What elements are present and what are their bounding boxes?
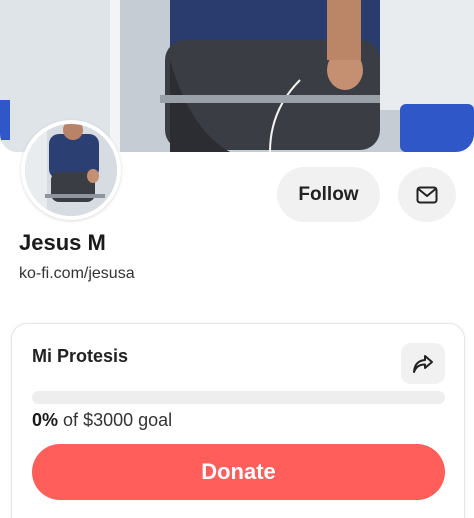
goal-title: Mi Protesis [32,346,129,366]
goal-progress-bar [32,391,445,404]
avatar[interactable] [21,120,121,220]
goal-percent: 0% [32,410,59,430]
profile-name: Jesus M [19,230,106,255]
share-icon [413,354,433,373]
donate-button[interactable]: Donate [32,444,445,500]
follow-button[interactable]: Follow [277,167,380,222]
goal-summary: 0% of $3000 goal [32,410,172,431]
mail-icon [416,186,438,203]
message-button[interactable] [398,167,456,222]
profile-url[interactable]: ko-fi.com/jesusa [19,265,135,283]
goal-amount: $3000 goal [83,410,173,430]
goal-of: of [63,410,79,430]
share-button[interactable] [401,343,445,384]
